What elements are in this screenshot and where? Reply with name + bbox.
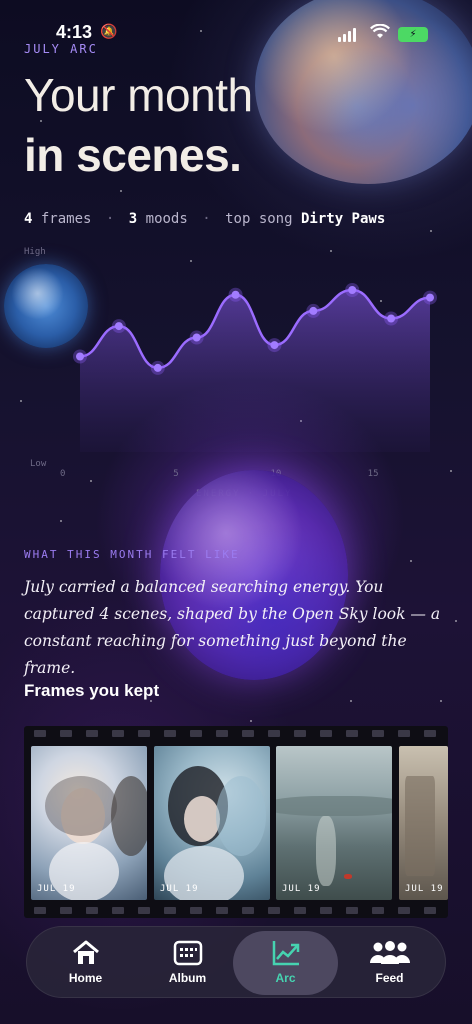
frames-count: 4 xyxy=(24,211,33,227)
energy-point xyxy=(270,341,279,350)
moods-count: 3 xyxy=(128,211,138,227)
x-tick-label: 5 xyxy=(173,469,178,479)
tab-arc-label: Arc xyxy=(275,971,296,985)
frame-date: JUL 19 xyxy=(160,884,199,894)
frame-thumbnail[interactable]: JUL 19 xyxy=(31,746,147,900)
x-tick-label: 0 xyxy=(60,469,65,479)
felt-summary-text: July carried a balanced searching energy… xyxy=(24,578,441,677)
top-song-label: top song xyxy=(225,211,293,227)
y-axis-high-label: High xyxy=(24,247,46,257)
tab-home[interactable]: Home xyxy=(33,927,138,999)
energy-area xyxy=(80,290,430,452)
tab-home-label: Home xyxy=(68,971,103,985)
energy-point xyxy=(387,314,396,323)
energy-point xyxy=(192,333,201,342)
frame-thumbnail[interactable]: JUL 19 xyxy=(276,746,392,900)
energy-chart[interactable]: HighLow051015ENERGY · JULY xyxy=(24,240,448,500)
tab-album[interactable]: Album xyxy=(135,927,240,999)
tab-arc[interactable]: Arc xyxy=(233,931,338,995)
album-icon xyxy=(173,940,202,966)
separator-dot: · xyxy=(105,211,115,227)
frame-date: JUL 19 xyxy=(405,884,444,894)
wifi-icon xyxy=(370,23,390,44)
energy-point xyxy=(348,286,357,294)
sprocket-holes-top xyxy=(24,730,448,738)
people-icon xyxy=(369,941,410,964)
separator-dot: · xyxy=(202,211,211,227)
home-icon xyxy=(72,940,99,964)
tab-album-label: Album xyxy=(168,971,207,985)
sprocket-holes-bottom xyxy=(24,907,448,915)
y-axis-low-label: Low xyxy=(30,459,47,469)
energy-point xyxy=(114,322,123,331)
frame-thumbnail[interactable]: JUL 19 xyxy=(154,746,270,900)
film-strip[interactable]: JUL 19 JUL 19 JUL 19 JUL 19 xyxy=(24,726,448,918)
frames-section-title: Frames you kept xyxy=(24,681,160,700)
frame-date: JUL 19 xyxy=(37,884,76,894)
moods-label: moods xyxy=(145,211,188,227)
energy-point xyxy=(426,293,434,302)
cellular-signal-icon xyxy=(338,28,356,42)
arc-chart-icon xyxy=(272,941,299,966)
frame-thumbnail[interactable]: JUL 19 xyxy=(399,746,448,900)
energy-point xyxy=(76,352,84,361)
top-song-title: Dirty Paws xyxy=(300,211,386,227)
status-time: 4:13 xyxy=(56,22,93,42)
energy-point xyxy=(309,306,318,315)
energy-chart-svg: HighLow051015ENERGY · JULY xyxy=(24,247,437,499)
frame-date: JUL 19 xyxy=(282,884,321,894)
felt-section-label: WHAT THIS MONTH FELT LIKE xyxy=(24,548,240,561)
battery-charging-icon: ⚡ xyxy=(398,27,428,42)
tab-feed[interactable]: Feed xyxy=(337,927,442,999)
bottom-tab-bar: Home Album Arc Feed xyxy=(26,926,446,998)
energy-point xyxy=(153,363,162,372)
tab-feed-label: Feed xyxy=(375,971,404,985)
page-title-line2: in scenes. xyxy=(24,129,242,181)
frames-label: frames xyxy=(40,211,92,227)
bell-muted-icon: 🔕 xyxy=(100,24,118,40)
page-eyebrow: JULY ARC xyxy=(24,42,98,56)
energy-point xyxy=(231,290,240,299)
x-tick-label: 15 xyxy=(368,469,379,479)
month-stats: 4 frames · 3 moods · top song Dirty Paws xyxy=(24,211,385,227)
page-title-line1: Your month xyxy=(24,69,253,121)
